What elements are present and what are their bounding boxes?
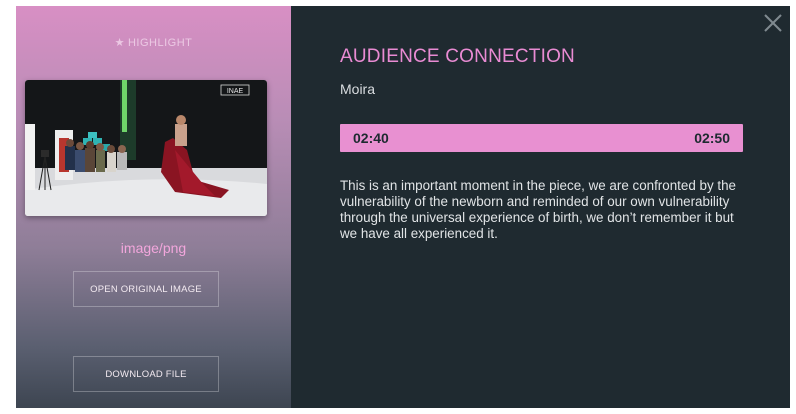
highlight-badge: ★ HIGHLIGHT: [16, 36, 291, 49]
star-icon: ★: [114, 37, 125, 49]
time-range-bar: 02:40 02:50: [340, 124, 743, 152]
mime-type-label: image/png: [120, 240, 187, 256]
time-end: 02:50: [694, 130, 730, 146]
highlight-details: AUDIENCE CONNECTION Moira 02:40 02:50 Th…: [291, 6, 790, 408]
open-original-image-button[interactable]: OPEN ORIGINAL IMAGE: [73, 271, 219, 307]
close-icon[interactable]: [762, 12, 784, 34]
thumbnail-logo: INAE: [227, 88, 244, 95]
time-start: 02:40: [353, 130, 389, 146]
performer-name: Moira: [340, 81, 376, 97]
highlight-title: AUDIENCE CONNECTION: [340, 46, 575, 67]
highlight-modal: ★ HIGHLIGHT INAE image/png OPEN ORIGINAL…: [16, 6, 790, 408]
download-file-button[interactable]: DOWNLOAD FILE: [73, 356, 219, 392]
media-sidebar: ★ HIGHLIGHT INAE image/png OPEN ORIGINAL…: [16, 6, 291, 408]
image-thumbnail[interactable]: INAE: [25, 80, 267, 216]
highlight-label: HIGHLIGHT: [127, 37, 193, 49]
performance-photo: INAE: [25, 80, 267, 216]
highlight-description: This is an important moment in the piece…: [340, 178, 736, 241]
